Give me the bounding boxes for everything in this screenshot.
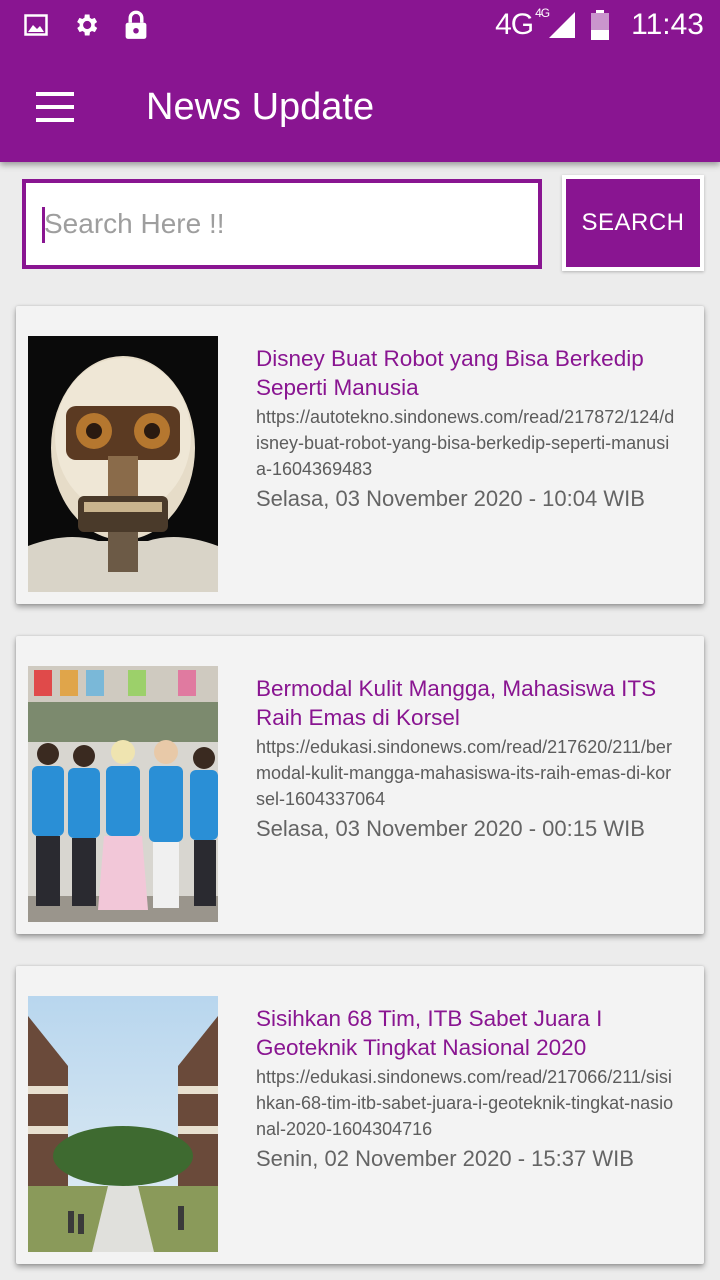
news-date: Selasa, 03 November 2020 - 10:04 WIB — [256, 486, 645, 511]
app-title: News Update — [146, 86, 375, 128]
news-url[interactable]: https://edukasi.sindonews.com/read/21762… — [256, 734, 676, 812]
battery-icon — [591, 10, 610, 40]
news-date: Selasa, 03 November 2020 - 00:15 WIB — [256, 816, 645, 841]
news-title[interactable]: Sisihkan 68 Tim, ITB Sabet Juara I Geote… — [256, 1004, 676, 1062]
news-card[interactable]: Sisihkan 68 Tim, ITB Sabet Juara I Geote… — [16, 966, 704, 1264]
news-url[interactable]: https://autotekno.sindonews.com/read/217… — [256, 404, 676, 482]
status-right: 4G 4G 11:43 — [495, 6, 704, 42]
news-card[interactable]: Disney Buat Robot yang Bisa Berkedip Sep… — [16, 306, 704, 604]
news-title[interactable]: Bermodal Kulit Mangga, Mahasiswa ITS Rai… — [256, 674, 676, 732]
status-bar: 4G 4G 11:43 — [0, 0, 720, 52]
lock-icon — [122, 10, 150, 40]
news-date: Senin, 02 November 2020 - 15:37 WIB — [256, 1146, 634, 1171]
image-icon — [22, 10, 50, 40]
news-card[interactable]: Bermodal Kulit Mangga, Mahasiswa ITS Rai… — [16, 636, 704, 934]
app-bar: News Update — [0, 52, 720, 162]
status-left-icons — [22, 10, 150, 40]
news-title[interactable]: Disney Buat Robot yang Bisa Berkedip Sep… — [256, 344, 676, 402]
search-input[interactable] — [22, 179, 542, 269]
news-url[interactable]: https://edukasi.sindonews.com/read/21706… — [256, 1064, 676, 1142]
search-button-container: SEARCH — [562, 175, 704, 271]
search-button[interactable]: SEARCH — [566, 179, 700, 267]
network-type-small: 4G — [535, 6, 550, 20]
clock-time: 11:43 — [631, 8, 704, 41]
news-thumbnail — [28, 996, 218, 1252]
network-type: 4G 4G — [495, 6, 550, 41]
news-thumbnail — [28, 336, 218, 592]
news-thumbnail — [28, 666, 218, 922]
hamburger-menu-icon[interactable] — [36, 92, 76, 122]
news-card-body: Sisihkan 68 Tim, ITB Sabet Juara I Geote… — [256, 1004, 676, 1174]
text-cursor — [42, 207, 45, 243]
top-bar: 4G 4G 11:43 News Update — [0, 0, 720, 162]
signal-icon — [549, 12, 576, 38]
news-card-body: Disney Buat Robot yang Bisa Berkedip Sep… — [256, 344, 676, 514]
news-card-body: Bermodal Kulit Mangga, Mahasiswa ITS Rai… — [256, 674, 676, 844]
settings-gear-icon — [72, 10, 100, 40]
